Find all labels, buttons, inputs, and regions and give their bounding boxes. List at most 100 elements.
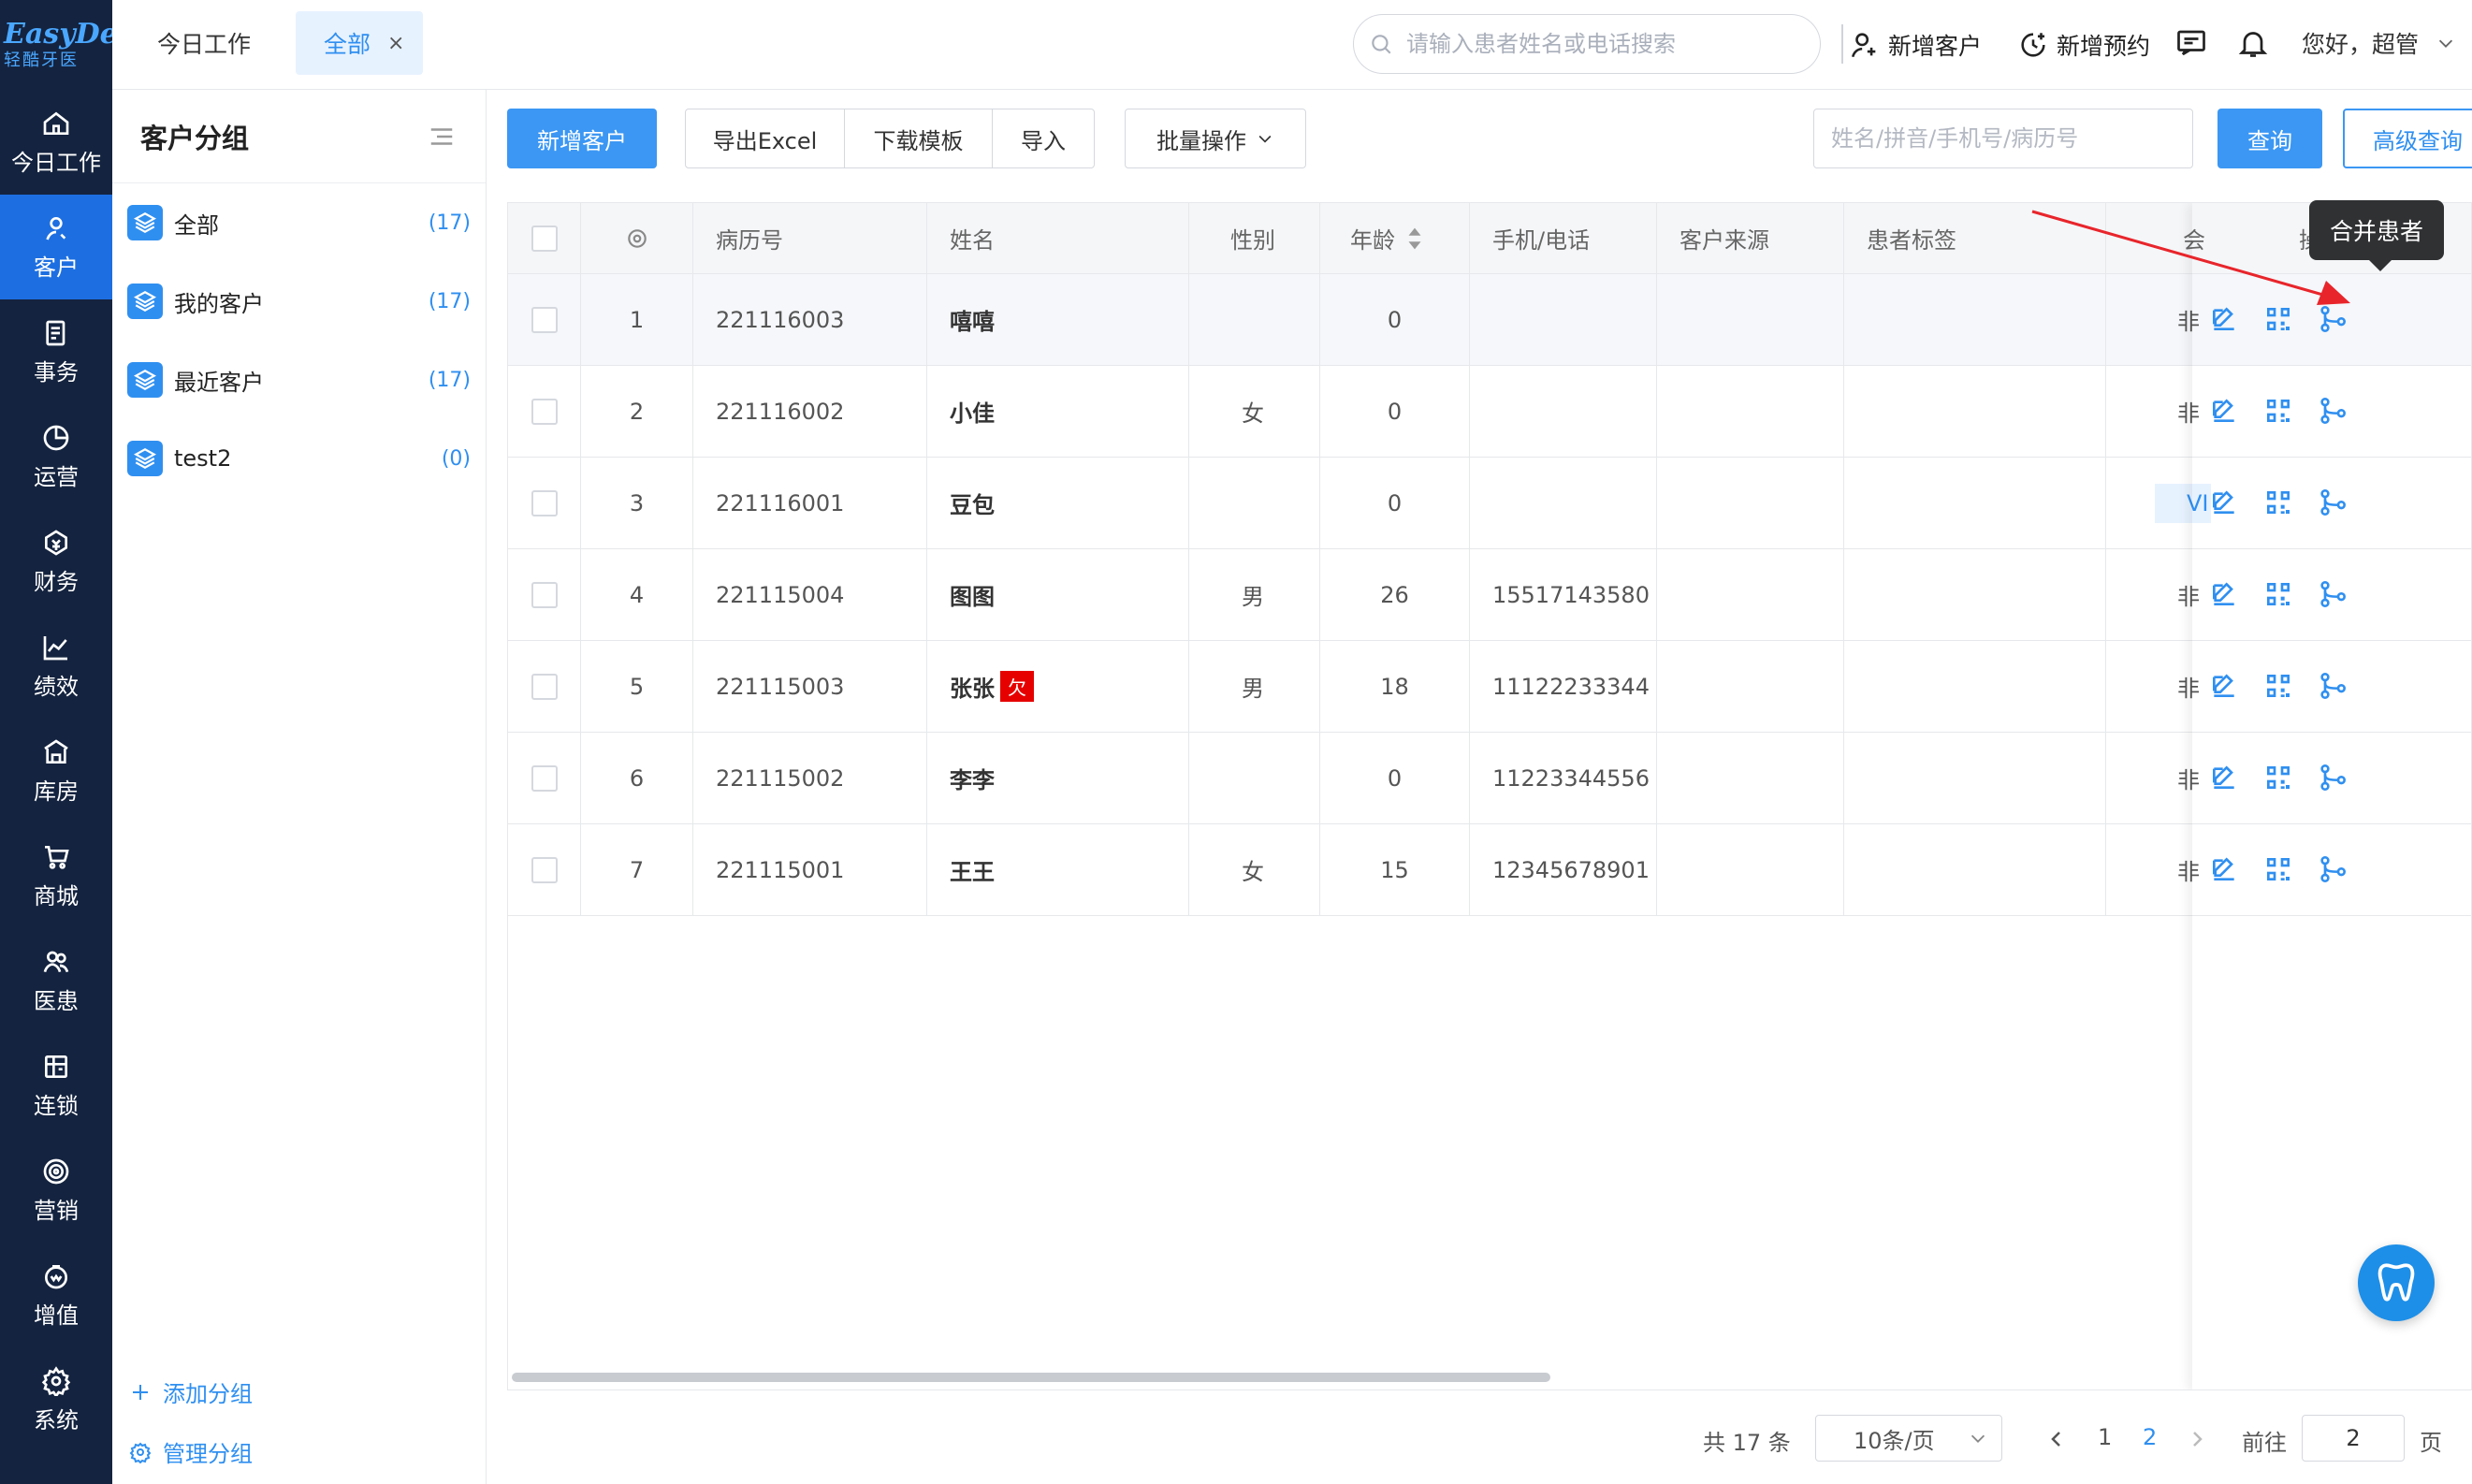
row-index: 3	[581, 458, 693, 548]
add-customer-button[interactable]: 新增客户	[507, 109, 657, 168]
bell-icon[interactable]	[2236, 26, 2270, 60]
add-group-label: 添加分组	[163, 1381, 253, 1407]
chevron-down-icon	[1970, 1434, 1985, 1443]
row-checkbox[interactable]	[531, 856, 558, 883]
group-item-test2[interactable]: test2 (0)	[112, 419, 486, 498]
nav-item-doctor-patient[interactable]: 医患	[0, 928, 112, 1033]
table-row[interactable]: 2 221116002 小佳 女 0 非	[508, 366, 2471, 458]
row-name-cell[interactable]: 图图	[927, 549, 1189, 640]
nav-item-operations[interactable]: 运营	[0, 404, 112, 509]
row-name-cell[interactable]: 嘻嘻	[927, 274, 1189, 365]
table-row[interactable]: 4 221115004 图图 男 26 15517143580 非	[508, 549, 2471, 641]
row-name-cell[interactable]: 豆包	[927, 458, 1189, 548]
main-content: 新增客户 导出Excel 下载模板 导入 批量操作 查询 高级查询 病历号 姓名…	[487, 90, 2472, 1484]
row-source	[1657, 549, 1844, 640]
manage-group-button[interactable]: 管理分组	[129, 1435, 253, 1468]
page-1[interactable]: 1	[2098, 1424, 2112, 1450]
total-count: 共 17 条	[1703, 1430, 1791, 1456]
nav-item-performance[interactable]: 绩效	[0, 614, 112, 719]
table-row[interactable]: 3 221116001 豆包 0 VI	[508, 458, 2471, 549]
nav-item-chain[interactable]: 连锁	[0, 1033, 112, 1138]
row-select-cell	[508, 549, 581, 640]
settings-target-icon[interactable]	[625, 226, 649, 251]
collapse-menu-icon[interactable]	[428, 123, 456, 151]
nav-item-system[interactable]: 系统	[0, 1347, 112, 1452]
row-tags	[1844, 458, 2106, 548]
tooth-assistant-button[interactable]	[2358, 1244, 2435, 1321]
group-name: 我的客户	[174, 290, 264, 317]
group-count: (0)	[441, 446, 471, 471]
tab-all[interactable]: 全部 ×	[296, 11, 423, 75]
row-select-cell	[508, 641, 581, 732]
nav-label: 客户	[34, 254, 79, 281]
row-name-cell[interactable]: 小佳	[927, 366, 1189, 457]
top-add-appointment-button[interactable]: 新增预约	[2017, 21, 2150, 69]
advanced-query-button[interactable]: 高级查询	[2343, 109, 2472, 168]
nav-item-warehouse[interactable]: 库房	[0, 719, 112, 823]
table-row[interactable]: 1 221116003 嘻嘻 0 非	[508, 274, 2471, 366]
target-icon	[43, 1158, 69, 1184]
row-checkbox[interactable]	[531, 673, 558, 700]
row-checkbox[interactable]	[531, 306, 558, 333]
group-item-my-customers[interactable]: 我的客户 (17)	[112, 262, 486, 341]
nav-item-affairs[interactable]: 事务	[0, 299, 112, 404]
row-checkbox[interactable]	[531, 489, 558, 516]
horizontal-scrollbar[interactable]	[512, 1373, 1550, 1382]
row-name-cell[interactable]: 张张欠	[927, 641, 1189, 732]
row-name-cell[interactable]: 李李	[927, 733, 1189, 823]
nav-item-value-added[interactable]: 增值	[0, 1243, 112, 1347]
nav-item-customer[interactable]: 客户	[0, 195, 112, 299]
batch-label: 批量操作	[1156, 127, 1246, 154]
nav-label: 事务	[34, 358, 79, 386]
row-name-cell[interactable]: 王王	[927, 824, 1189, 915]
next-page-icon[interactable]	[2186, 1428, 2208, 1450]
row-record-no: 221115001	[693, 824, 927, 915]
nav-item-today[interactable]: 今日工作	[0, 90, 112, 195]
row-checkbox[interactable]	[531, 398, 558, 425]
select-all-checkbox[interactable]	[531, 225, 558, 252]
row-index: 5	[581, 641, 693, 732]
chevron-down-icon	[2438, 39, 2453, 48]
nav-item-finance[interactable]: 财务	[0, 509, 112, 614]
page-2[interactable]: 2	[2143, 1424, 2157, 1450]
prev-page-icon[interactable]	[2045, 1428, 2068, 1450]
batch-operation-dropdown[interactable]: 批量操作	[1125, 109, 1306, 168]
user-menu[interactable]: 您好，超管	[2302, 26, 2456, 60]
row-name: 李李	[950, 767, 995, 793]
goto-page-input[interactable]	[2302, 1415, 2405, 1462]
tab-today-work[interactable]: 今日工作	[157, 11, 251, 75]
page-size-select[interactable]: 10条/页	[1815, 1415, 2002, 1462]
table-row[interactable]: 7 221115001 王王 女 15 12345678901 非	[508, 824, 2471, 916]
customer-filter-input[interactable]	[1813, 109, 2193, 168]
query-button[interactable]: 查询	[2218, 109, 2322, 168]
row-gender	[1189, 733, 1320, 823]
nav-item-mall[interactable]: 商城	[0, 823, 112, 928]
brand-subtitle: 轻酷牙医	[4, 51, 79, 70]
table-row[interactable]: 5 221115003 张张欠男 18 11122233344 非	[508, 641, 2471, 733]
patient-search-input[interactable]	[1406, 31, 1799, 57]
row-checkbox[interactable]	[531, 764, 558, 792]
row-index: 4	[581, 549, 693, 640]
row-record-no: 221116001	[693, 458, 927, 548]
table-row[interactable]: 6 221115002 李李 0 11223344556 非	[508, 733, 2471, 824]
group-name: test2	[174, 445, 232, 472]
row-index: 1	[581, 274, 693, 365]
group-item-recent-customers[interactable]: 最近客户 (17)	[112, 341, 486, 419]
add-group-button[interactable]: 添加分组	[129, 1375, 253, 1408]
message-icon[interactable]	[2174, 26, 2208, 60]
header-age-sortable[interactable]: 年龄	[1320, 203, 1470, 273]
download-template-button[interactable]: 下载模板	[845, 109, 993, 167]
export-excel-button[interactable]: 导出Excel	[686, 109, 845, 167]
close-icon[interactable]: ×	[387, 32, 404, 55]
tooth-icon	[2377, 1263, 2415, 1302]
row-tags	[1844, 549, 2106, 640]
row-select-cell	[508, 824, 581, 915]
import-button[interactable]: 导入	[993, 109, 1094, 167]
nav-item-marketing[interactable]: 营销	[0, 1138, 112, 1243]
group-item-all[interactable]: 全部 (17)	[112, 183, 486, 262]
row-gender: 男	[1189, 641, 1320, 732]
row-source	[1657, 641, 1844, 732]
top-add-customer-button[interactable]: 新增客户	[1849, 21, 1982, 69]
row-checkbox[interactable]	[531, 581, 558, 608]
brand-logo[interactable]: EasyDent 轻酷牙医	[0, 0, 151, 90]
